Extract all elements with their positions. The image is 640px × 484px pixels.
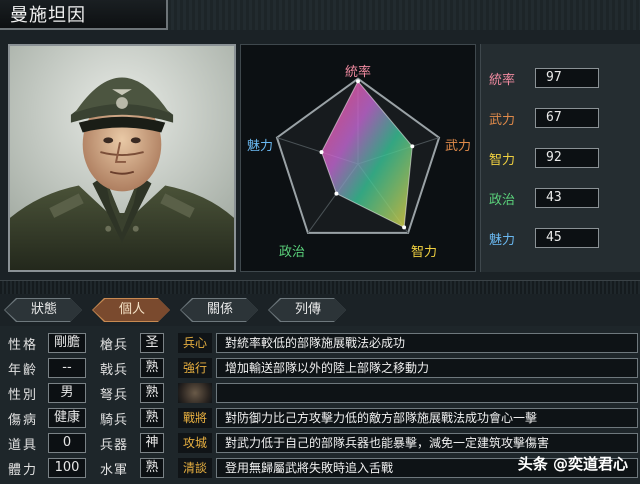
personal-info-panel: 性格 剛膽 槍兵 圣 兵心 對統率較低的部隊施展戰法必成功 年齡 -- 戟兵 熟…	[0, 326, 640, 484]
stat-label: 智力	[489, 152, 516, 168]
info-row: 傷病 健康 騎兵 熟 戰將 對防御力比己方攻擊力低的敵方部隊施展戰法成功會心一擊	[8, 407, 638, 429]
skill-name[interactable]: 戰將	[178, 408, 212, 428]
info-value: 剛膽	[48, 333, 86, 353]
info-label: 年齡	[8, 362, 39, 378]
tab-relations[interactable]: 關係	[181, 299, 258, 321]
radar-label-charisma: 魅力	[247, 139, 274, 154]
officer-name: 曼施坦因	[10, 5, 86, 26]
radar-value-point	[319, 150, 324, 155]
stats-panel: 統率 97 武力 67 智力 92 政治 43 魅力 45	[480, 44, 640, 272]
unit-label: 水軍	[100, 462, 129, 478]
info-value: 健康	[48, 408, 86, 428]
stat-label: 魅力	[489, 232, 516, 248]
radar-value-point	[410, 144, 415, 149]
stat-politics: 政治 43	[489, 188, 599, 208]
info-value: 0	[48, 433, 86, 453]
info-value: 100	[48, 458, 86, 478]
stat-value: 92	[535, 148, 599, 168]
stat-charisma: 魅力 45	[489, 228, 599, 248]
unit-aptitude: 熟	[140, 408, 164, 428]
stat-value: 45	[535, 228, 599, 248]
skill-description: 增加輸送部隊以外的陸上部隊之移動力	[216, 358, 638, 378]
tab-biography-outline: 列傳	[268, 298, 346, 322]
info-value: --	[48, 358, 86, 378]
unit-aptitude: 神	[140, 433, 164, 453]
watermark: 头条 @奕道君心	[517, 455, 628, 473]
stat-label: 武力	[489, 112, 516, 128]
radar-label-intelligence: 智力	[411, 245, 438, 260]
info-row: 性別 男 弩兵 熟	[8, 382, 638, 404]
unit-label: 兵器	[100, 437, 129, 453]
stat-value: 43	[535, 188, 599, 208]
info-value: 男	[48, 383, 86, 403]
unit-aptitude: 圣	[140, 333, 164, 353]
skill-description	[216, 383, 638, 403]
skill-description: 對武力低于自己的部隊兵器也能暴擊，減免一定建筑攻擊傷害	[216, 433, 638, 453]
tab-personal-outline: 個人	[92, 298, 170, 322]
unit-label: 騎兵	[100, 412, 129, 428]
skill-description: 對防御力比己方攻擊力低的敵方部隊施展戰法成功會心一擊	[216, 408, 638, 428]
stat-command: 統率 97	[489, 68, 599, 88]
info-row: 年齡 -- 戟兵 熟 強行 增加輸送部隊以外的陸上部隊之移動力	[8, 357, 638, 379]
skill-description: 對統率較低的部隊施展戰法必成功	[216, 333, 638, 353]
portrait-image	[10, 46, 234, 270]
unit-aptitude: 熟	[140, 358, 164, 378]
skill-name[interactable]: 攻城	[178, 433, 212, 453]
tab-biography[interactable]: 列傳	[269, 299, 346, 321]
unit-label: 戟兵	[100, 362, 129, 378]
stat-value: 67	[535, 108, 599, 128]
skill-name-empty[interactable]	[178, 383, 212, 403]
unit-aptitude: 熟	[140, 458, 164, 478]
radar-label-command: 統率	[345, 65, 372, 80]
unit-label: 槍兵	[100, 337, 129, 353]
stat-value: 97	[535, 68, 599, 88]
unit-aptitude: 熟	[140, 383, 164, 403]
tab-status[interactable]: 狀態	[5, 299, 82, 321]
stat-strength: 武力 67	[489, 108, 599, 128]
info-label: 傷病	[8, 412, 39, 428]
tab-personal[interactable]: 個人	[93, 299, 170, 321]
radar-label-politics: 政治	[279, 245, 306, 260]
tab-bar: 狀態 個人 關係 列傳	[4, 298, 348, 322]
tab-status-outline: 狀態	[4, 298, 82, 322]
stats-radar-chart: 統率 武力 智力 政治 魅力	[240, 44, 476, 272]
skill-name[interactable]: 清談	[178, 458, 212, 478]
officer-portrait	[8, 44, 236, 272]
info-label: 道具	[8, 437, 39, 453]
info-row: 性格 剛膽 槍兵 圣 兵心 對統率較低的部隊施展戰法必成功	[8, 332, 638, 354]
stat-label: 政治	[489, 192, 516, 208]
top-bar-fill	[168, 0, 640, 30]
info-label: 性格	[8, 337, 39, 353]
section-divider	[0, 280, 640, 294]
skill-name[interactable]: 強行	[178, 358, 212, 378]
unit-label: 弩兵	[100, 387, 129, 403]
radar-value-point	[402, 225, 407, 230]
skill-name[interactable]: 兵心	[178, 333, 212, 353]
radar-value-point	[334, 191, 339, 196]
info-row: 道具 0 兵器 神 攻城 對武力低于自己的部隊兵器也能暴擊，減免一定建筑攻擊傷害	[8, 432, 638, 454]
stat-label: 統率	[489, 72, 516, 88]
info-label: 性別	[8, 387, 39, 403]
radar-label-strength: 武力	[445, 139, 472, 154]
tab-relations-outline: 關係	[180, 298, 258, 322]
stat-intelligence: 智力 92	[489, 148, 599, 168]
info-label: 體力	[8, 462, 39, 478]
title-bar: 曼施坦因	[0, 0, 168, 30]
